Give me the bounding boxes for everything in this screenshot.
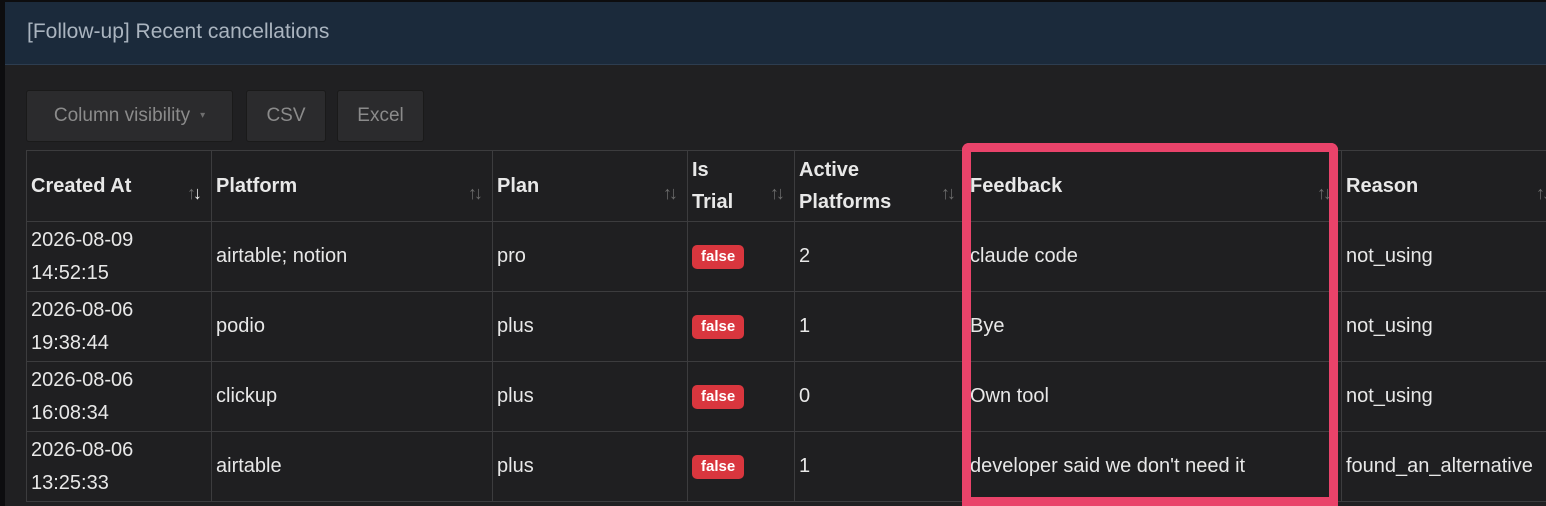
status-badge: false <box>692 454 745 479</box>
caret-down-icon: ▾ <box>200 110 206 121</box>
cell-active-platforms: 2 <box>794 221 966 292</box>
sort-desc-icon[interactable]: ↑↓ <box>187 177 202 209</box>
cell-reason: not_using <box>1341 361 1546 432</box>
status-badge: false <box>692 314 745 339</box>
cell-is-trial: false <box>687 291 795 362</box>
header-is-trial[interactable]: Is Trial ↑↓ <box>687 150 795 222</box>
cell-reason: not_using <box>1341 221 1546 292</box>
cell-platform: airtable; notion <box>211 221 493 292</box>
sort-icon[interactable]: ↑↓ <box>468 177 483 209</box>
cell-platform: podio <box>211 291 493 362</box>
header-reason[interactable]: Reason ↑↓ <box>1341 150 1546 222</box>
cell-plan: plus <box>492 431 688 502</box>
cell-reason: found_an_alternative <box>1341 431 1546 502</box>
cell-active-platforms: 1 <box>794 291 966 362</box>
sort-icon[interactable]: ↑↓ <box>1317 177 1332 209</box>
cell-is-trial: false <box>687 431 795 502</box>
cell-active-platforms: 0 <box>794 361 966 432</box>
panel-header: [Follow-up] Recent cancellations <box>5 2 1546 65</box>
cell-feedback: Own tool <box>965 361 1342 432</box>
header-plan[interactable]: Plan ↑↓ <box>492 150 688 222</box>
cell-plan: plus <box>492 291 688 362</box>
cell-feedback: claude code <box>965 221 1342 292</box>
header-label: Platform <box>216 175 298 197</box>
cell-reason: not_using <box>1341 291 1546 362</box>
header-label: Feedback <box>970 175 1063 197</box>
sort-icon[interactable]: ↑↓ <box>1536 177 1546 209</box>
cell-platform: airtable <box>211 431 493 502</box>
sort-icon[interactable]: ↑↓ <box>941 177 956 209</box>
table-row: 2026-08-06 13:25:33 airtable plus false … <box>26 431 1546 502</box>
cancellations-table: Created At ↑↓ Platform ↑↓ Plan ↑↓ Is Tri… <box>26 150 1546 502</box>
status-badge: false <box>692 384 745 409</box>
table-header-row: Created At ↑↓ Platform ↑↓ Plan ↑↓ Is Tri… <box>26 150 1546 222</box>
cell-plan: plus <box>492 361 688 432</box>
cell-platform: clickup <box>211 361 493 432</box>
cell-feedback: developer said we don't need it <box>965 431 1342 502</box>
cell-created-at: 2026-08-06 13:25:33 <box>26 431 212 502</box>
cell-created-at: 2026-08-06 16:08:34 <box>26 361 212 432</box>
header-created-at[interactable]: Created At ↑↓ <box>26 150 212 222</box>
cell-active-platforms: 1 <box>794 431 966 502</box>
excel-button[interactable]: Excel <box>337 90 424 142</box>
table-row: 2026-08-06 19:38:44 podio plus false 1 B… <box>26 291 1546 362</box>
status-badge: false <box>692 244 745 269</box>
sort-icon[interactable]: ↑↓ <box>770 177 785 209</box>
table-row: 2026-08-09 14:52:15 airtable; notion pro… <box>26 221 1546 292</box>
cancellations-panel: [Follow-up] Recent cancellations Column … <box>5 2 1546 506</box>
sort-icon[interactable]: ↑↓ <box>663 177 678 209</box>
table-row: 2026-08-06 16:08:34 clickup plus false 0… <box>26 361 1546 432</box>
header-label: Created At <box>31 175 132 197</box>
csv-button[interactable]: CSV <box>246 90 326 142</box>
panel-title: [Follow-up] Recent cancellations <box>27 20 330 43</box>
header-label: Reason <box>1346 175 1419 197</box>
cell-created-at: 2026-08-09 14:52:15 <box>26 221 212 292</box>
cell-created-at: 2026-08-06 19:38:44 <box>26 291 212 362</box>
cell-feedback: Bye <box>965 291 1342 362</box>
header-active-platforms[interactable]: Active Platforms ↑↓ <box>794 150 966 222</box>
column-visibility-button[interactable]: Column visibility ▾ <box>26 90 233 142</box>
header-platform[interactable]: Platform ↑↓ <box>211 150 493 222</box>
cell-is-trial: false <box>687 221 795 292</box>
header-label: Plan <box>497 175 540 197</box>
column-visibility-label: Column visibility <box>53 105 191 126</box>
header-label: Active Platforms <box>799 159 892 213</box>
cell-is-trial: false <box>687 361 795 432</box>
cell-plan: pro <box>492 221 688 292</box>
header-label: Is Trial <box>692 159 734 213</box>
header-feedback[interactable]: Feedback ↑↓ <box>965 150 1342 222</box>
